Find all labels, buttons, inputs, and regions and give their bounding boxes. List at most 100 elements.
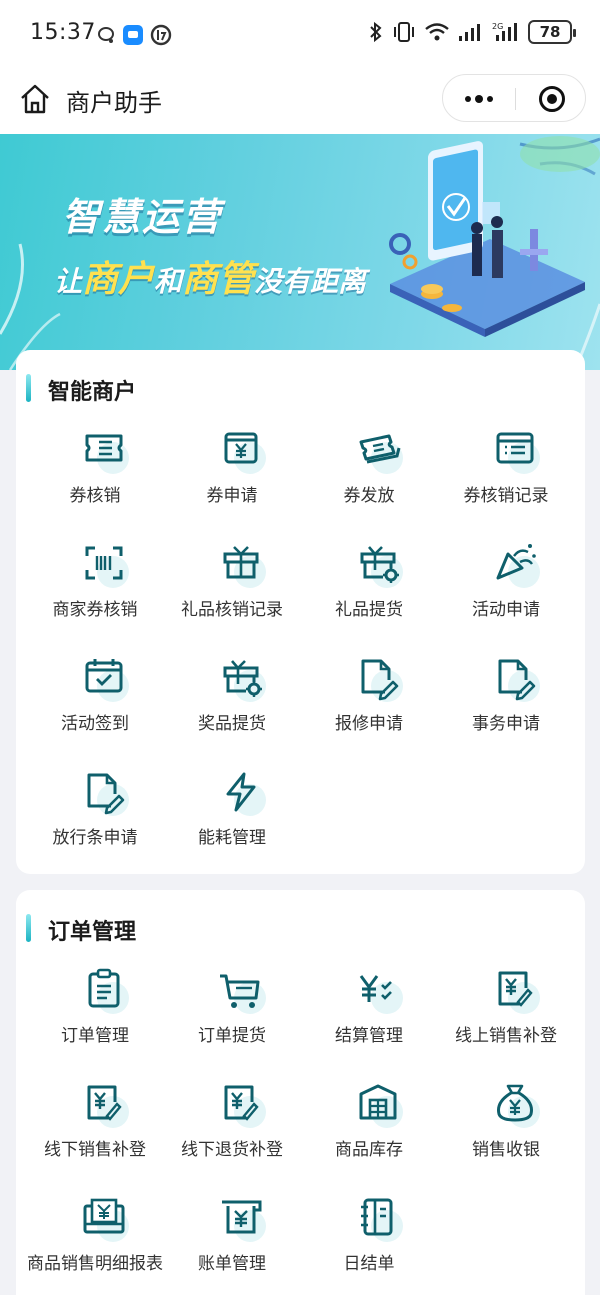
menu-item-offline-sales-backfill[interactable]: 线下销售补登 bbox=[24, 1082, 166, 1192]
menu-item-label: 线下退货补登 bbox=[181, 1140, 283, 1160]
yen-doc-icon bbox=[79, 1082, 139, 1132]
menu-item-prize-pickup[interactable]: 奖品提货 bbox=[161, 656, 303, 766]
menu-item-label: 账单管理 bbox=[198, 1254, 266, 1274]
menu-item-label: 商品库存 bbox=[335, 1140, 403, 1160]
menu-item-coupon-issue[interactable]: 券发放 bbox=[298, 428, 440, 538]
menu-item-daily-settlement[interactable]: 日结单 bbox=[298, 1196, 440, 1295]
doc-edit-icon bbox=[79, 770, 139, 820]
signal-1-icon bbox=[459, 24, 480, 41]
menu-item-label: 活动签到 bbox=[61, 714, 129, 734]
more-dot-icon bbox=[465, 96, 471, 102]
menu-item-label: 礼品提货 bbox=[335, 600, 403, 620]
warehouse-icon bbox=[353, 1082, 413, 1132]
home-button[interactable] bbox=[18, 82, 52, 116]
list-window-icon bbox=[490, 428, 550, 478]
menu-item-merchant-coupon-redeem[interactable]: 商家券核销 bbox=[24, 542, 166, 652]
menu-item-bill-management[interactable]: 账单管理 bbox=[161, 1196, 303, 1295]
banner-subheadline: 让商户和商管没有距离 bbox=[54, 259, 367, 300]
more-menu-button[interactable] bbox=[443, 75, 515, 123]
menu-item-order-management[interactable]: 订单管理 bbox=[24, 968, 166, 1078]
menu-item-label: 线下销售补登 bbox=[44, 1140, 146, 1160]
menu-item-sales-cashier[interactable]: 销售收银 bbox=[435, 1082, 577, 1192]
menu-item-label: 报修申请 bbox=[335, 714, 403, 734]
miniprogram-capsule bbox=[442, 74, 586, 122]
capsule-divider bbox=[515, 88, 516, 110]
coupon-icon bbox=[79, 428, 139, 478]
app-badge-icon bbox=[150, 24, 172, 46]
menu-item-label: 券申请 bbox=[206, 486, 258, 506]
menu-item-energy-management[interactable]: 能耗管理 bbox=[161, 770, 303, 880]
doc-edit-icon bbox=[490, 656, 550, 706]
calendar-check-icon bbox=[79, 656, 139, 706]
more-dot-icon bbox=[475, 95, 483, 103]
menu-item-label: 放行条申请 bbox=[52, 828, 138, 848]
lightning-icon bbox=[216, 770, 276, 820]
menu-item-label: 券核销记录 bbox=[463, 486, 549, 506]
clipboard-icon bbox=[79, 968, 139, 1018]
svg-text:2G: 2G bbox=[492, 22, 503, 31]
menu-item-activity-checkin[interactable]: 活动签到 bbox=[24, 656, 166, 766]
prize-gear-icon bbox=[216, 656, 276, 706]
status-system-icons: 2G 78 bbox=[368, 20, 576, 44]
wifi-icon bbox=[425, 23, 449, 41]
menu-item-settlement-management[interactable]: 结算管理 bbox=[298, 968, 440, 1078]
menu-item-label: 订单提货 bbox=[198, 1026, 266, 1046]
menu-item-affairs-apply[interactable]: 事务申请 bbox=[435, 656, 577, 766]
status-notification-icons bbox=[96, 24, 172, 46]
gift-gear-icon bbox=[353, 542, 413, 592]
status-time: 15:37 bbox=[30, 20, 96, 45]
menu-item-activity-apply[interactable]: 活动申请 bbox=[435, 542, 577, 652]
menu-item-label: 券发放 bbox=[343, 486, 395, 506]
menu-item-gift-pickup[interactable]: 礼品提货 bbox=[298, 542, 440, 652]
menu-item-coupon-redeem[interactable]: 券核销 bbox=[24, 428, 166, 538]
menu-item-offline-return-backfill[interactable]: 线下退货补登 bbox=[161, 1082, 303, 1192]
menu-item-label: 日结单 bbox=[343, 1254, 395, 1274]
scan-icon bbox=[79, 542, 139, 592]
menu-item-online-sales-backfill[interactable]: 线上销售补登 bbox=[435, 968, 577, 1078]
menu-item-label: 销售收银 bbox=[472, 1140, 540, 1160]
chat-bubble-icon bbox=[98, 27, 114, 43]
section-title: 智能商户 bbox=[48, 380, 137, 405]
signal-2g-icon: 2G bbox=[492, 22, 517, 41]
promo-banner[interactable]: 智慧运营 让商户和商管没有距离 bbox=[0, 134, 600, 370]
banner-phone-illustration-icon bbox=[389, 141, 585, 337]
section-smart-merchant: 智能商户 券核销 券申请 券发放 券核销记录 商家券核销 礼品核销记录 礼品提货 bbox=[16, 350, 585, 874]
notebook-icon bbox=[353, 1196, 413, 1246]
bill-icon bbox=[216, 1196, 276, 1246]
menu-item-label: 商品销售明细报表 bbox=[27, 1254, 163, 1274]
report-icon bbox=[79, 1196, 139, 1246]
more-dot-icon bbox=[487, 96, 493, 102]
menu-item-label: 商家券核销 bbox=[52, 600, 138, 620]
menu-item-label: 订单管理 bbox=[61, 1026, 129, 1046]
status-bar: 15:37 2G 78 bbox=[0, 0, 600, 66]
menu-item-gift-redeem-record[interactable]: 礼品核销记录 bbox=[161, 542, 303, 652]
yen-doc-icon bbox=[216, 1082, 276, 1132]
section-order-management: 订单管理 订单管理 订单提货 结算管理 线上销售补登 线下销售补登 线下退货补登… bbox=[16, 890, 585, 1295]
menu-item-coupon-apply[interactable]: 券申请 bbox=[161, 428, 303, 538]
menu-item-coupon-redeem-record[interactable]: 券核销记录 bbox=[435, 428, 577, 538]
menu-item-product-sales-report[interactable]: 商品销售明细报表 bbox=[24, 1196, 166, 1295]
close-miniprogram-button[interactable] bbox=[539, 86, 565, 112]
menu-item-label: 礼品核销记录 bbox=[181, 600, 283, 620]
menu-item-label: 活动申请 bbox=[472, 600, 540, 620]
doc-edit-icon bbox=[353, 656, 413, 706]
tickets-icon bbox=[353, 428, 413, 478]
section-title: 订单管理 bbox=[48, 920, 137, 945]
page-title: 商户助手 bbox=[66, 89, 162, 117]
banner-headline: 智慧运营 bbox=[62, 195, 223, 239]
section-accent-bar bbox=[26, 374, 31, 402]
yen-check-icon bbox=[353, 968, 413, 1018]
menu-item-release-pass-apply[interactable]: 放行条申请 bbox=[24, 770, 166, 880]
menu-item-product-inventory[interactable]: 商品库存 bbox=[298, 1082, 440, 1192]
vibrate-icon bbox=[394, 22, 414, 42]
menu-item-repair-apply[interactable]: 报修申请 bbox=[298, 656, 440, 766]
message-app-icon bbox=[123, 25, 143, 45]
section-accent-bar bbox=[26, 914, 31, 942]
menu-item-label: 事务申请 bbox=[472, 714, 540, 734]
battery-indicator: 78 bbox=[528, 20, 576, 44]
menu-item-label: 券核销 bbox=[69, 486, 121, 506]
cart-icon bbox=[216, 968, 276, 1018]
gift-icon bbox=[216, 542, 276, 592]
menu-item-label: 结算管理 bbox=[335, 1026, 403, 1046]
menu-item-order-pickup[interactable]: 订单提货 bbox=[161, 968, 303, 1078]
